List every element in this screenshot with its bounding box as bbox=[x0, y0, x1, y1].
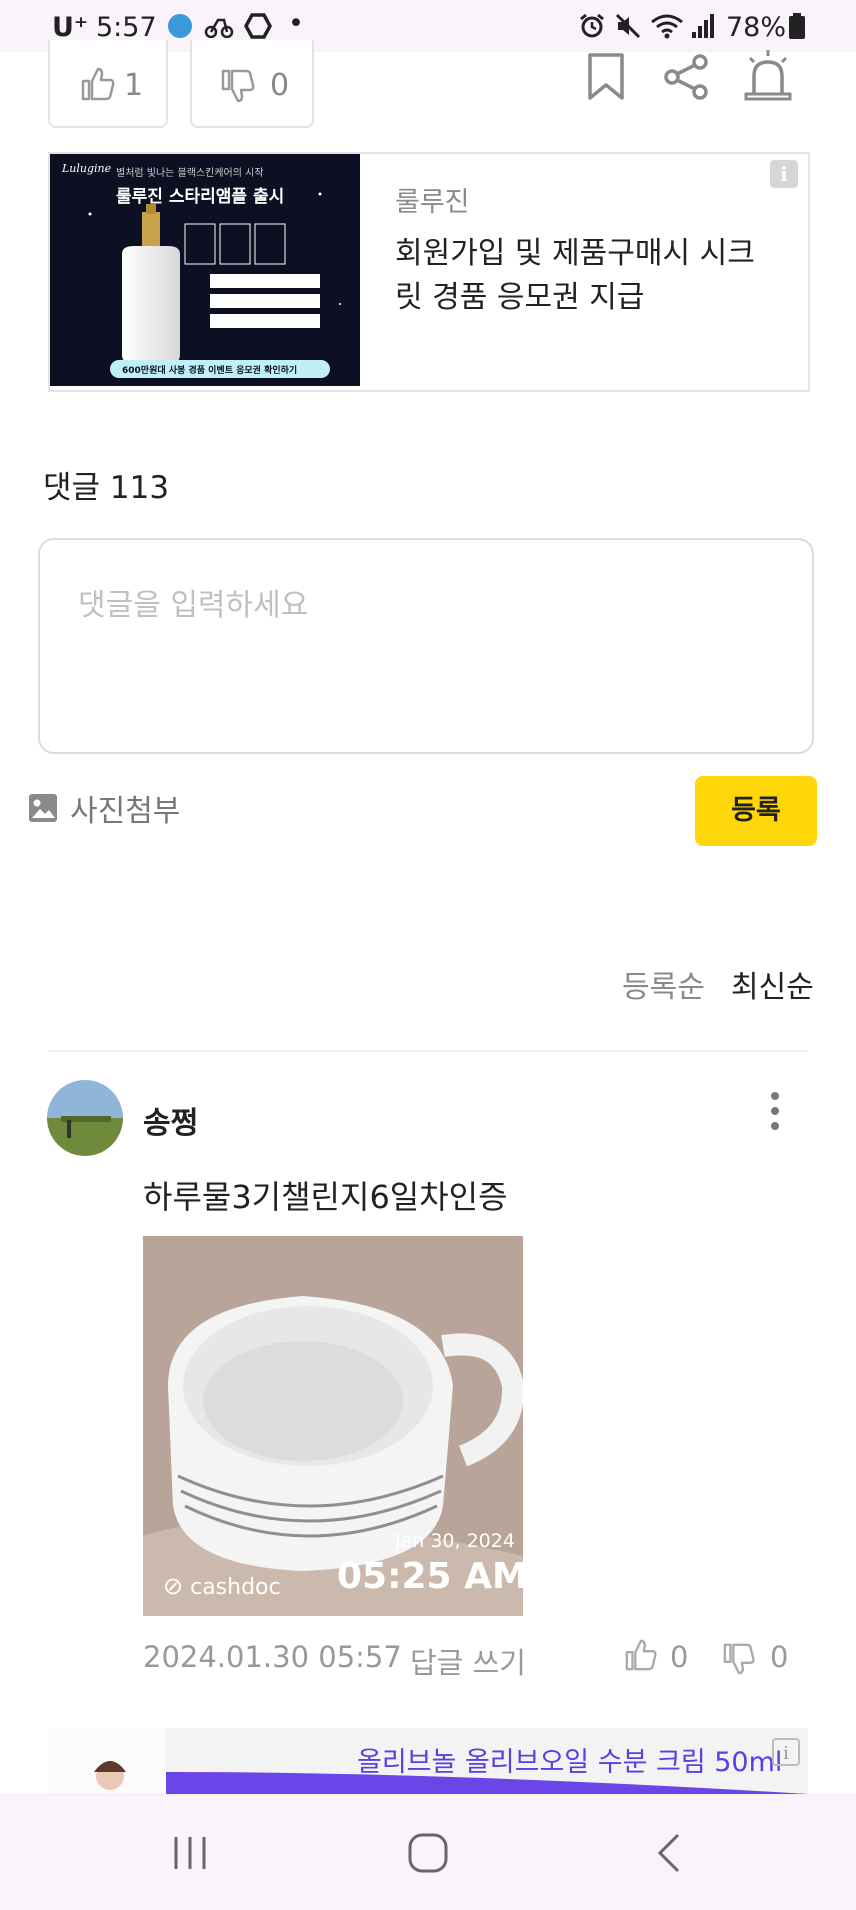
ad-image-tagline: 별처럼 빛나는 블랙스킨케어의 시작 bbox=[116, 168, 264, 179]
more-options-icon[interactable] bbox=[760, 1088, 790, 1134]
siren-report-icon[interactable] bbox=[742, 48, 794, 102]
notification-dot: • bbox=[288, 8, 304, 39]
comment-like-count: 0 bbox=[670, 1640, 689, 1674]
sort-newest-option[interactable]: 최신순 bbox=[731, 962, 814, 1006]
comment-input-placeholder: 댓글을 입력하세요 bbox=[78, 588, 309, 623]
home-icon[interactable] bbox=[406, 1831, 450, 1875]
avatar[interactable] bbox=[47, 1080, 123, 1156]
photo-attach-label: 사진첨부 bbox=[70, 794, 181, 829]
hexagon-icon bbox=[244, 13, 272, 39]
comment-like-icon[interactable] bbox=[624, 1638, 658, 1672]
comment-count: 댓글 113 bbox=[43, 470, 170, 506]
comment-timestamp: 2024.01.30 05:57 bbox=[143, 1640, 402, 1674]
ad-description[interactable]: 회원가입 및 제품구매시 시크릿 경품 응모권 지급 bbox=[395, 232, 765, 320]
mute-icon bbox=[615, 13, 641, 39]
ad2-info-icon[interactable]: i bbox=[772, 1738, 800, 1766]
signal-icon bbox=[692, 14, 714, 38]
thumbs-down-icon bbox=[221, 69, 255, 103]
photo-date-stamp: Jan 30, 2024 bbox=[395, 1530, 515, 1552]
thumbs-up-icon bbox=[81, 67, 115, 101]
carrier-label: U⁺ bbox=[52, 12, 89, 43]
photo-watermark: ⊘ cashdoc bbox=[163, 1572, 281, 1600]
ad-image-headline: 룰루진 스타리앰플 출시 bbox=[116, 187, 285, 207]
back-icon[interactable] bbox=[654, 1831, 684, 1875]
comment-dislike-count: 0 bbox=[770, 1640, 789, 1674]
comments-divider bbox=[48, 1050, 808, 1052]
share-icon[interactable] bbox=[662, 52, 712, 102]
cashdoc-logo-icon: ⊘ bbox=[163, 1572, 184, 1600]
ad-image[interactable]: Lulugine 별처럼 빛나는 블랙스킨케어의 시작 룰루진 스타리앰플 출시… bbox=[50, 154, 360, 386]
ad-image-brand: Lulugine bbox=[62, 162, 112, 175]
dislike-count: 0 bbox=[270, 68, 290, 103]
sort-oldest-option[interactable]: 등록순 bbox=[622, 962, 705, 1006]
globe-icon bbox=[168, 14, 192, 38]
like-count: 1 bbox=[124, 68, 144, 103]
dislike-button[interactable]: 0 bbox=[190, 40, 314, 128]
photo-time-stamp: 05:25 AM bbox=[337, 1556, 528, 1597]
battery-icon bbox=[789, 13, 805, 39]
comment-text: 하루물3기챌린지6일차인증 bbox=[143, 1178, 508, 1216]
submit-comment-button[interactable]: 등록 bbox=[695, 776, 817, 846]
comment-dislike-icon[interactable] bbox=[722, 1642, 756, 1676]
comment-input[interactable]: 댓글을 입력하세요 bbox=[38, 538, 814, 754]
ad-brand: 룰루진 bbox=[395, 187, 470, 218]
alarm-icon bbox=[580, 13, 604, 38]
battery-percent: 78% bbox=[726, 12, 787, 43]
photo-attach-button[interactable]: 사진첨부 bbox=[28, 786, 180, 830]
comment-author[interactable]: 송쩡 bbox=[143, 1098, 198, 1142]
ad2-title[interactable]: 올리브놀 올리브오일 수분 크림 50ml bbox=[357, 1740, 782, 1779]
image-icon bbox=[29, 794, 57, 822]
photo-watermark-text: cashdoc bbox=[190, 1575, 281, 1600]
bookmark-icon[interactable] bbox=[584, 52, 628, 102]
ad-info-icon[interactable]: i bbox=[770, 160, 798, 188]
recent-apps-icon[interactable] bbox=[170, 1833, 210, 1873]
like-button[interactable]: 1 bbox=[48, 40, 168, 128]
wifi-icon bbox=[651, 14, 683, 39]
rider-icon bbox=[204, 18, 234, 38]
ad-image-cta: 600만원대 사봉 경품 이벤트 응모권 확인하기 bbox=[122, 366, 298, 376]
system-navigation-bar bbox=[0, 1794, 856, 1910]
clock: 5:57 bbox=[96, 12, 157, 43]
reply-button[interactable]: 답글 쓰기 bbox=[410, 1640, 526, 1682]
